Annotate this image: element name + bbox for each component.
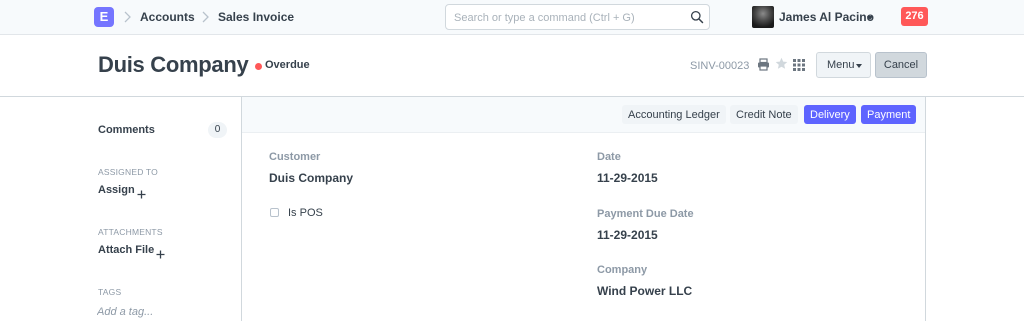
is-pos-label[interactable]: Is POS [288,207,323,219]
search-input[interactable] [454,9,684,27]
customer-label: Customer [269,151,321,163]
form-layout: Accounting Ledger Credit Note Delivery P… [241,97,926,321]
accounting-ledger-button[interactable]: Accounting Ledger [622,105,726,124]
chevron-right-icon [199,10,211,24]
assigned-to-heading: ASSIGNED TO [98,167,158,177]
app-logo[interactable]: E [94,7,114,27]
cancel-button[interactable]: Cancel [875,52,927,78]
status-badge: Overdue [265,59,310,71]
status-indicator-dot [255,63,262,70]
grid-icon[interactable] [793,58,805,71]
print-icon[interactable] [757,58,770,71]
credit-note-button[interactable]: Credit Note [730,105,798,124]
assign-link[interactable]: Assign [98,184,135,196]
breadcrumb-sales-invoice[interactable]: Sales Invoice [218,10,294,24]
tags-heading: TAGS [98,287,122,297]
user-avatar[interactable] [752,6,774,28]
user-name[interactable]: James Al Pacino [779,10,874,24]
menu-button-label: Menu [827,59,855,71]
delivery-button[interactable]: Delivery [804,105,856,124]
chevron-right-icon [121,10,133,24]
date-value[interactable]: 11-29-2015 [597,171,658,185]
page-head: Duis Company Overdue SINV-00023 Menu Can… [0,36,1024,97]
payment-due-date-label: Payment Due Date [597,208,694,220]
comments-label[interactable]: Comments [98,124,155,136]
document-id: SINV-00023 [690,60,750,72]
is-pos-checkbox[interactable] [270,208,279,217]
search-box [445,4,710,30]
notification-badge[interactable]: 276 [901,7,928,26]
star-icon[interactable] [775,57,788,70]
comments-count-badge: 0 [208,122,227,138]
date-label: Date [597,151,621,163]
company-value[interactable]: Wind Power LLC [597,284,692,298]
plus-icon[interactable] [137,186,146,199]
customer-value[interactable]: Duis Company [269,171,353,185]
menu-button[interactable]: Menu [816,52,871,78]
navbar: E Accounts Sales Invoice James Al Pacino… [0,0,1024,35]
caret-down-icon[interactable] [867,16,873,20]
payment-due-date-value[interactable]: 11-29-2015 [597,228,658,242]
page-title: Duis Company [98,52,249,77]
company-label: Company [597,264,648,276]
search-icon[interactable] [690,10,704,24]
payment-button[interactable]: Payment [861,105,917,124]
breadcrumb-accounts[interactable]: Accounts [140,10,195,24]
attachments-heading: ATTACHMENTS [98,227,163,237]
plus-icon[interactable] [156,246,165,259]
attach-file-link[interactable]: Attach File [98,244,154,256]
tag-input[interactable] [97,304,217,319]
caret-down-icon [856,64,862,68]
form-toolbar: Accounting Ledger Credit Note Delivery P… [242,97,925,133]
